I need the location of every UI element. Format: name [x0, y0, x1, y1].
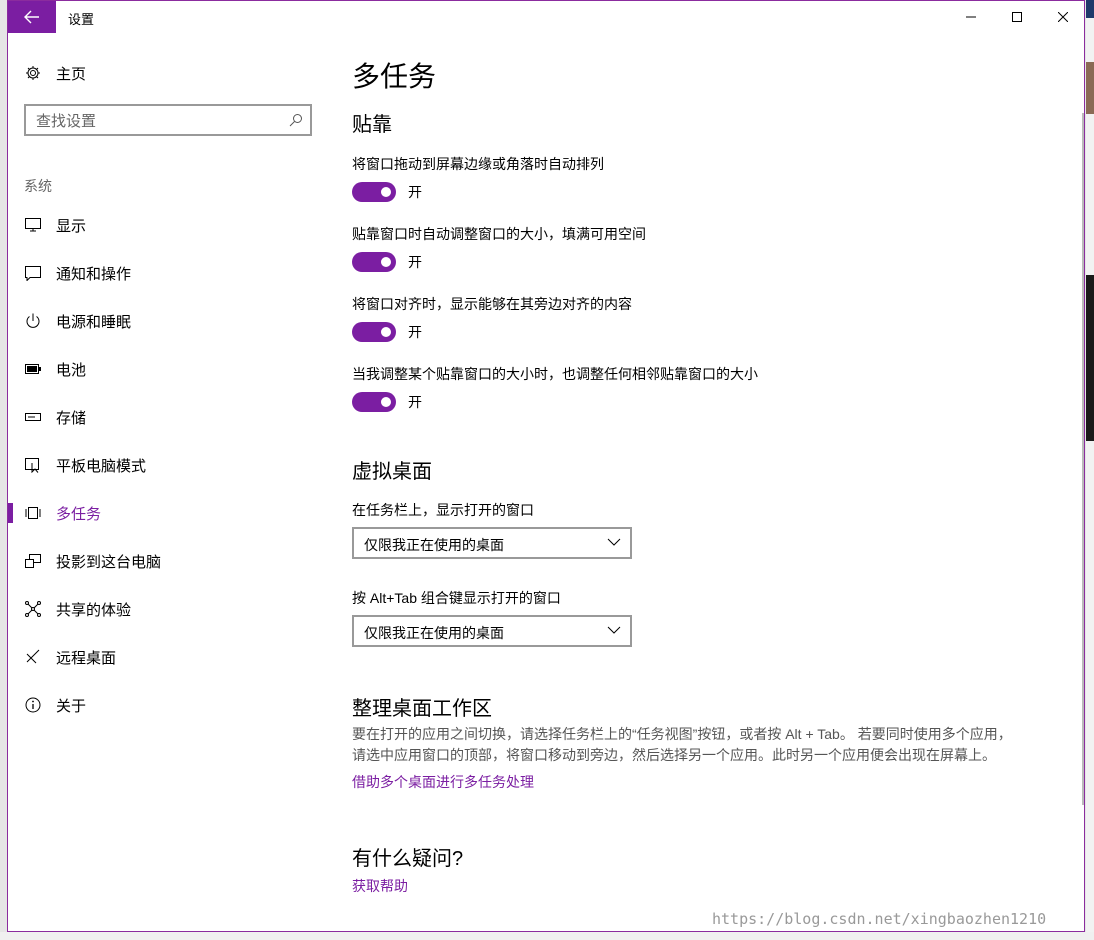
sidebar-item-project[interactable]: 投影到这台电脑	[8, 541, 328, 581]
desktop-background-image	[1086, 62, 1094, 114]
snap-toggle[interactable]: 开	[352, 391, 422, 413]
monitor-icon	[24, 216, 42, 234]
remote-desktop-icon	[24, 648, 42, 666]
snap-toggle[interactable]: 开	[352, 181, 422, 203]
sidebar-item-power[interactable]: 电源和睡眠	[8, 301, 328, 341]
minimize-button[interactable]	[948, 1, 994, 33]
multitasking-help-link[interactable]: 借助多个桌面进行多任务处理	[352, 772, 534, 792]
battery-icon	[24, 360, 42, 378]
snap-option-label: 当我调整某个贴靠窗口的大小时，也调整任何相邻贴靠窗口的大小	[352, 366, 758, 382]
storage-icon	[24, 408, 42, 426]
sidebar-item-shared-experiences[interactable]: 共享的体验	[8, 589, 328, 629]
tablet-mode-icon	[24, 456, 42, 474]
multitasking-icon	[24, 504, 42, 522]
back-button[interactable]	[8, 1, 56, 33]
sidebar-item-label: 主页	[56, 65, 87, 83]
window-title: 设置	[68, 12, 95, 27]
sidebar-item-label: 电池	[56, 361, 87, 379]
sidebar-item-tablet-mode[interactable]: 平板电脑模式	[8, 445, 328, 485]
watermark: https://blog.csdn.net/xingbaozhen1210	[712, 910, 1047, 928]
sidebar-item-storage[interactable]: 存储	[8, 397, 328, 437]
get-help-link[interactable]: 获取帮助	[352, 876, 408, 896]
toggle-switch[interactable]	[352, 392, 396, 412]
active-indicator	[8, 503, 13, 523]
project-icon	[24, 552, 42, 570]
taskbar-windows-dropdown[interactable]: 仅限我正在使用的桌面	[352, 527, 632, 559]
toggle-state-label: 开	[408, 254, 422, 270]
sidebar-item-label: 平板电脑模式	[56, 457, 147, 475]
sidebar-item-remote-desktop[interactable]: 远程桌面	[8, 637, 328, 677]
section-heading-organize: 整理桌面工作区	[352, 698, 492, 720]
toggle-switch[interactable]	[352, 252, 396, 272]
section-heading-snap: 贴靠	[352, 114, 392, 136]
section-heading-virtual-desktops: 虚拟桌面	[352, 461, 432, 483]
snap-toggle[interactable]: 开	[352, 321, 422, 343]
desktop-background-bottom	[0, 932, 1094, 940]
notification-icon	[24, 264, 42, 282]
taskbar-windows-label: 在任务栏上，显示打开的窗口	[352, 502, 534, 518]
sidebar-item-label: 电源和睡眠	[56, 313, 132, 331]
chevron-down-icon	[607, 626, 621, 634]
chevron-down-icon	[607, 538, 621, 546]
sidebar-item-label: 多任务	[56, 505, 102, 523]
sidebar-item-label: 远程桌面	[56, 649, 117, 667]
desktop-background-bar	[1086, 0, 1094, 18]
sidebar-item-about[interactable]: 关于	[8, 685, 328, 725]
sidebar-item-label: 存储	[56, 409, 87, 427]
sidebar-item-display[interactable]: 显示	[8, 205, 328, 245]
back-arrow-icon	[24, 10, 39, 24]
shared-experiences-icon	[24, 600, 42, 618]
page-title: 多任务	[352, 61, 437, 92]
alttab-windows-label: 按 Alt+Tab 组合键显示打开的窗口	[352, 590, 561, 606]
description-line: 要在打开的应用之间切换，请选择任务栏上的“任务视图”按钮，或者按 Alt + T…	[352, 726, 1012, 742]
dropdown-value: 仅限我正在使用的桌面	[364, 537, 504, 553]
alttab-windows-dropdown[interactable]: 仅限我正在使用的桌面	[352, 615, 632, 647]
maximize-button[interactable]	[994, 1, 1040, 33]
snap-toggle[interactable]: 开	[352, 251, 422, 273]
sidebar-item-label: 投影到这台电脑	[56, 553, 162, 571]
sidebar-item-label: 显示	[56, 217, 87, 235]
toggle-state-label: 开	[408, 184, 422, 200]
section-heading-help: 有什么疑问?	[352, 848, 464, 870]
snap-option-label: 将窗口拖动到屏幕边缘或角落时自动排列	[352, 156, 604, 172]
desktop-background	[1086, 0, 1094, 940]
toggle-switch[interactable]	[352, 322, 396, 342]
snap-option-label: 将窗口对齐时，显示能够在其旁边对齐的内容	[352, 296, 632, 312]
sidebar-item-battery[interactable]: 电池	[8, 349, 328, 389]
toggle-state-label: 开	[408, 394, 422, 410]
close-icon	[1058, 12, 1068, 22]
sidebar-item-multitasking[interactable]: 多任务	[8, 493, 328, 533]
sidebar-section-label: 系统	[24, 178, 52, 194]
settings-window: 设置 主页 系统 显示	[7, 0, 1085, 932]
info-icon	[24, 696, 42, 714]
gear-icon	[24, 64, 42, 82]
sidebar-item-label: 通知和操作	[56, 265, 132, 283]
maximize-icon	[1012, 12, 1022, 22]
desktop-background-window	[1086, 275, 1094, 441]
title-bar: 设置	[8, 1, 1084, 33]
close-button[interactable]	[1040, 1, 1084, 33]
scrollbar[interactable]	[1082, 113, 1084, 805]
snap-option-label: 贴靠窗口时自动调整窗口的大小，填满可用空间	[352, 226, 646, 242]
toggle-state-label: 开	[408, 324, 422, 340]
description-line: 请选中应用窗口的顶部，将窗口移动到旁边，然后选择另一个应用。此时另一个应用便会出…	[352, 747, 996, 763]
sidebar-item-label: 关于	[56, 697, 87, 715]
search-input[interactable]	[34, 110, 278, 132]
sidebar-item-home[interactable]: 主页	[8, 53, 328, 93]
toggle-switch[interactable]	[352, 182, 396, 202]
power-icon	[24, 312, 42, 330]
settings-search[interactable]	[24, 104, 312, 136]
organize-description: 要在打开的应用之间切换，请选择任务栏上的“任务视图”按钮，或者按 Alt + T…	[352, 724, 1072, 766]
sidebar-item-notifications[interactable]: 通知和操作	[8, 253, 328, 293]
sidebar-item-label: 共享的体验	[56, 601, 132, 619]
search-icon	[289, 114, 302, 127]
minimize-icon	[966, 16, 976, 18]
dropdown-value: 仅限我正在使用的桌面	[364, 625, 504, 641]
